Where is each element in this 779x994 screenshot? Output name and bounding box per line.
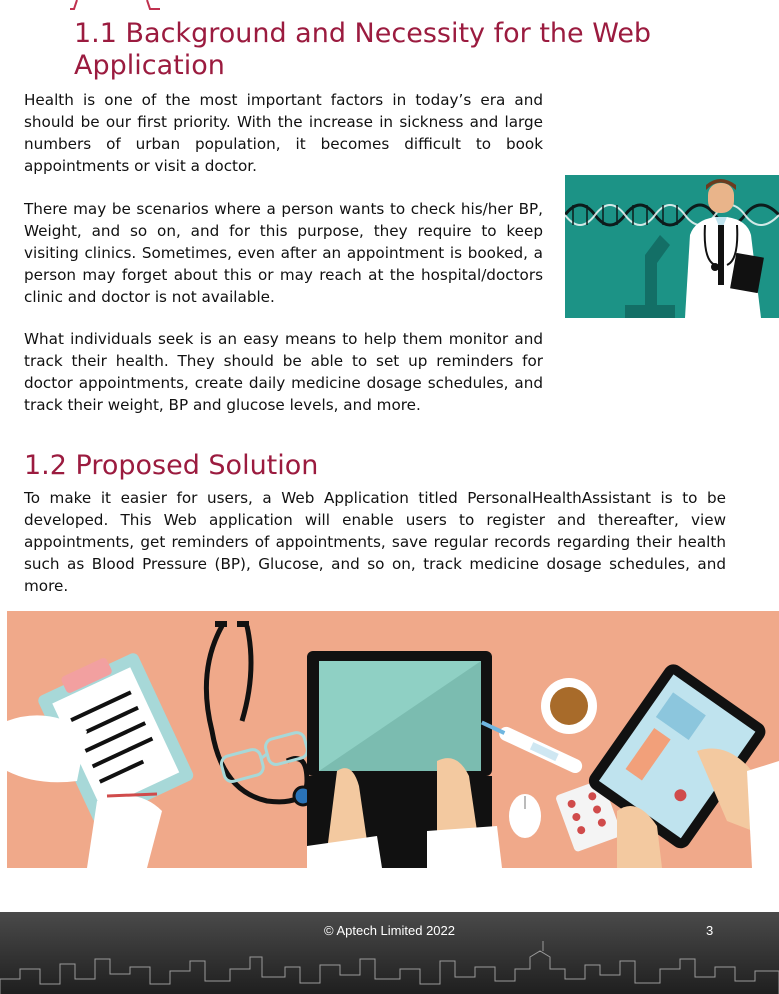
city-skyline-graphic: [0, 941, 779, 994]
paragraph-proposed-solution: To make it easier for users, a Web Appli…: [24, 489, 726, 595]
page-number: 3: [706, 923, 714, 938]
paragraph-individual-needs: What individuals seek is an easy means t…: [24, 330, 543, 414]
desk-illustration: [7, 611, 779, 868]
decorative-heartbeat-mark: [70, 0, 160, 10]
paragraph-scenarios: There may be scenarios where a person wa…: [24, 200, 543, 306]
section-heading-proposed-solution: 1.2 Proposed Solution: [24, 450, 319, 481]
copyright-text: © Aptech Limited 2022: [324, 923, 455, 938]
page-footer: © Aptech Limited 2022 3: [0, 912, 779, 994]
paragraph-health-importance: Health is one of the most important fact…: [24, 91, 543, 175]
section-heading-background: 1.1 Background and Necessity for the Web…: [74, 18, 652, 81]
doctor-illustration: [565, 175, 779, 318]
